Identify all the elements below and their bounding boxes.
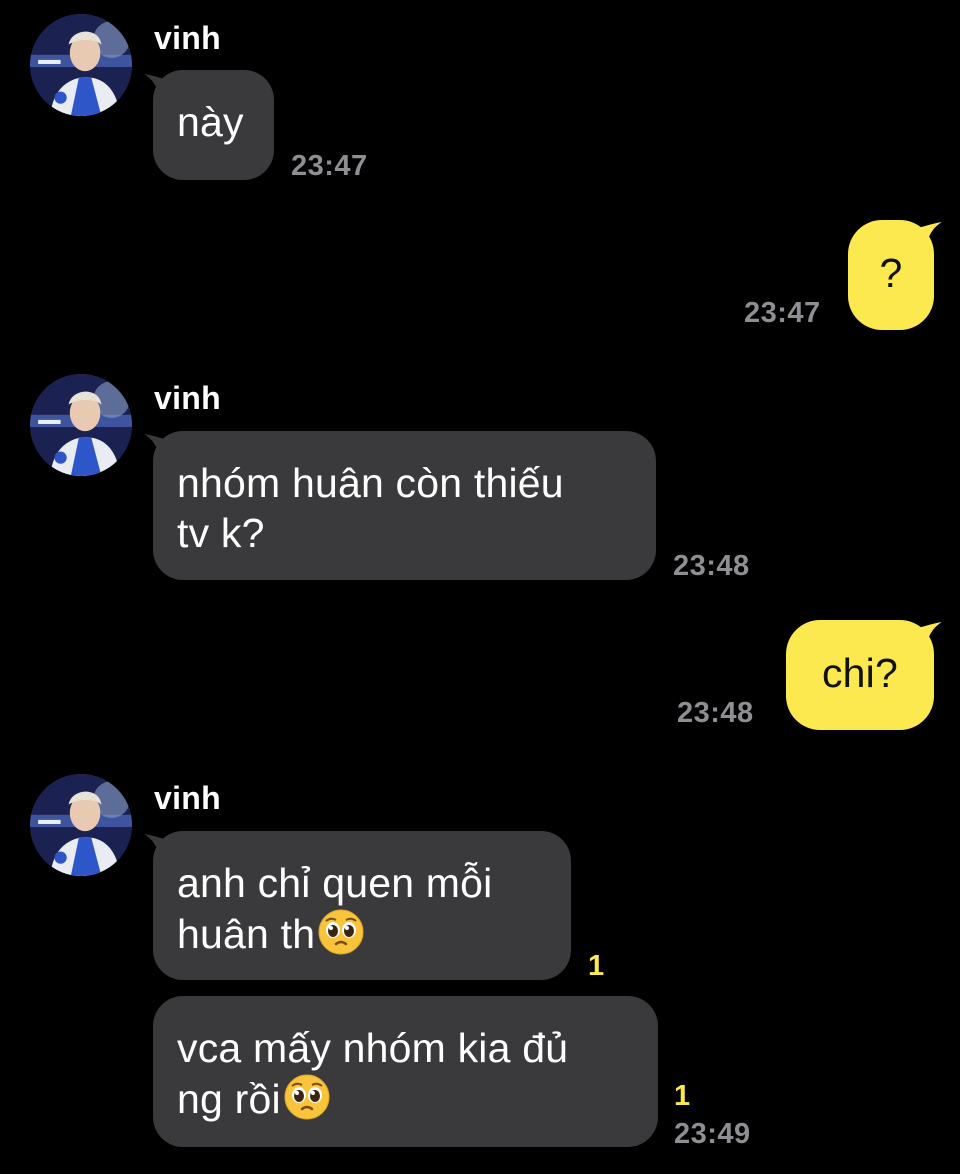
- message-text-line: huân th: [177, 911, 316, 957]
- contact-avatar[interactable]: [30, 14, 132, 116]
- message-bubble[interactable]: này: [153, 70, 274, 180]
- message-text: này: [177, 99, 244, 145]
- message-text-line: nhóm huân còn thiếu: [177, 460, 564, 506]
- contact-avatar[interactable]: [30, 374, 132, 476]
- bubble-tail: [906, 622, 942, 654]
- message-text-line: tv k?: [177, 510, 265, 556]
- contact-avatar[interactable]: [30, 774, 132, 876]
- sender-name: vinh: [154, 20, 221, 56]
- pleading-face-emoji: [317, 908, 365, 956]
- sender-name: vinh: [154, 380, 221, 416]
- message-text-line: vca mấy nhóm kia đủ: [177, 1025, 569, 1071]
- pleading-face-emoji: [283, 1073, 331, 1121]
- message-text-line: anh chỉ quen mỗi: [177, 860, 493, 906]
- unread-count: 1: [588, 950, 605, 982]
- message-timestamp: 23:49: [674, 1118, 751, 1150]
- message-timestamp: 23:48: [677, 697, 754, 729]
- message-text: ?: [879, 250, 903, 296]
- chat-thread[interactable]: vinh này 23:47 ? 23:47 vinh nhóm huân cò…: [0, 0, 960, 1174]
- message-bubble[interactable]: anh chỉ quen mỗi huân th: [153, 831, 571, 980]
- message-timestamp: 23:48: [673, 550, 750, 582]
- bubble-tail: [906, 222, 942, 254]
- message-bubble[interactable]: vca mấy nhóm kia đủ ng rồi: [153, 996, 658, 1147]
- message-bubble[interactable]: nhóm huân còn thiếu tv k?: [153, 431, 656, 580]
- unread-count: 1: [674, 1080, 691, 1112]
- message-text: chi?: [821, 650, 898, 696]
- sender-name: vinh: [154, 780, 221, 816]
- message-text-line: ng rồi: [177, 1076, 281, 1122]
- message-timestamp: 23:47: [291, 150, 368, 182]
- message-timestamp: 23:47: [744, 297, 821, 329]
